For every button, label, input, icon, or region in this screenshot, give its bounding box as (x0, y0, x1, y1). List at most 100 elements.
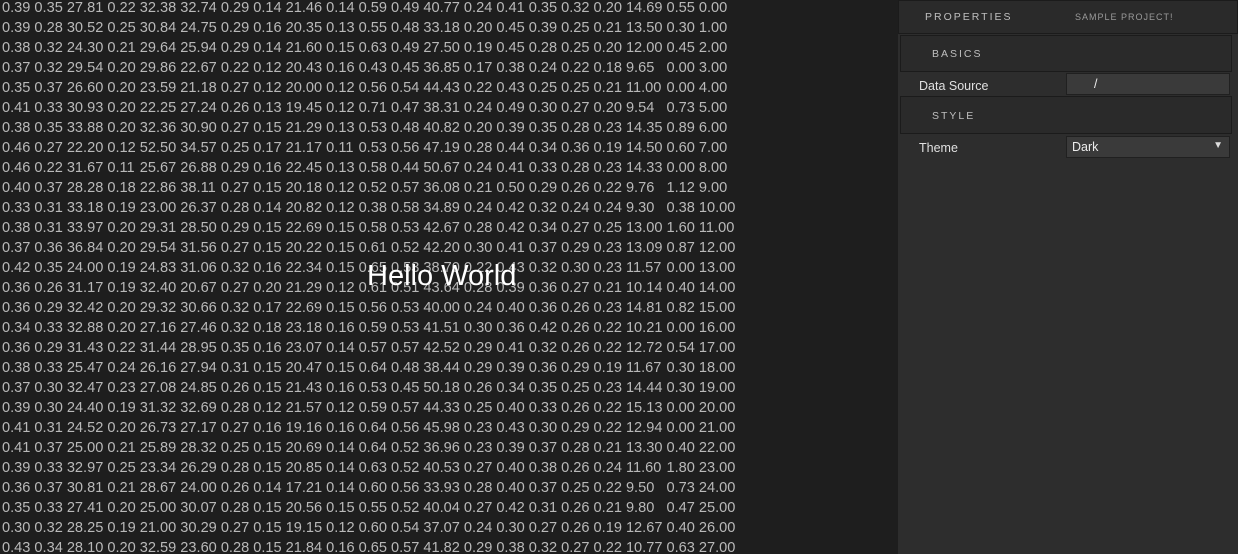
table-cell: 24.85 (180, 380, 217, 396)
table-cell: 0.16 (253, 420, 282, 436)
table-cell: 0.24 (463, 0, 493, 16)
table-cell: 0.47 (666, 500, 695, 516)
table-cell: 0.28 (220, 460, 250, 476)
table-cell: 38.11 (180, 180, 216, 196)
table-cell: 0.00 (666, 320, 695, 336)
table-cell: 0.33 (34, 360, 63, 376)
theme-select[interactable]: Dark ▼ (1066, 136, 1230, 158)
table-cell: 0.21 (107, 40, 136, 56)
table-cell: 0.39 (496, 360, 525, 376)
table-cell: 0.30 (666, 360, 695, 376)
table-cell: 0.48 (390, 20, 420, 36)
table-cell: 41.82 (423, 540, 460, 554)
table-cell: 28.25 (66, 520, 104, 536)
table-cell: 0.39 (2, 400, 31, 416)
table-cell: 0.53 (390, 300, 420, 316)
table-cell: 13.00 (625, 220, 663, 236)
table-cell: 0.21 (593, 20, 622, 36)
table-cell: 0.49 (390, 0, 420, 16)
table-cell: 32.38 (139, 0, 177, 16)
table-cell: 20.00 (285, 80, 323, 96)
table-cell: 0.19 (107, 280, 136, 296)
table-cell: 10.77 (625, 540, 663, 554)
table-cell: 20.43 (285, 60, 323, 76)
table-cell: 13.00 (698, 260, 736, 276)
table-cell: 0.20 (593, 0, 622, 16)
table-cell: 0.25 (561, 20, 590, 36)
data-source-input[interactable]: / (1066, 73, 1230, 95)
table-cell: 0.49 (496, 100, 525, 116)
table-cell: 0.26 (463, 380, 493, 396)
table-cell: 0.34 (496, 380, 525, 396)
table-cell: 0.30 (666, 380, 695, 396)
table-cell: 0.26 (561, 300, 590, 316)
table-row: 0.39 0.33 32.97 0.25 23.34 26.29 0.28 0.15 20.85… (2, 458, 739, 478)
table-cell: 0.34 (34, 540, 63, 554)
table-cell: 0.25 (561, 80, 590, 96)
table-cell: 0.16 (326, 320, 355, 336)
table-cell: 0.12 (326, 80, 355, 96)
table-cell: 0.49 (390, 40, 420, 56)
table-cell: 21.17 (285, 140, 323, 156)
table-cell: 0.20 (107, 120, 136, 136)
table-cell: 25.00 (66, 440, 104, 456)
table-cell: 0.65 (358, 540, 387, 554)
table-cell: 0.15 (326, 300, 355, 316)
table-cell: 19.00 (698, 380, 736, 396)
table-cell: 3.00 (698, 60, 728, 76)
table-cell: 0.38 (2, 120, 31, 136)
table-cell: 0.22 (107, 340, 136, 356)
table-cell: 30.52 (66, 20, 104, 36)
table-cell: 23.59 (139, 80, 177, 96)
table-row: 0.43 0.34 28.10 0.20 32.59 23.60 0.28 0.15 21.84… (2, 538, 739, 554)
table-cell: 0.29 (463, 340, 493, 356)
table-cell: 0.26 (561, 180, 590, 196)
table-cell: 0.35 (220, 340, 250, 356)
table-cell: 0.27 (561, 220, 590, 236)
table-cell: 36.08 (423, 180, 460, 196)
table-cell: 0.52 (390, 500, 420, 516)
table-cell: 32.42 (66, 300, 104, 316)
table-cell: 24.00 (698, 480, 736, 496)
table-cell: 24.83 (139, 260, 177, 276)
table-cell: 0.32 (561, 0, 590, 16)
table-cell: 0.16 (326, 60, 355, 76)
table-cell: 32.47 (66, 380, 104, 396)
table-cell: 11.00 (625, 80, 662, 96)
table-cell: 0.53 (390, 320, 420, 336)
table-cell: 0.22 (593, 420, 622, 436)
table-cell: 0.19 (107, 260, 136, 276)
table-cell: 25.47 (66, 360, 104, 376)
table-cell: 30.90 (180, 120, 217, 136)
table-cell: 0.87 (666, 240, 695, 256)
table-cell: 0.27 (561, 100, 590, 116)
table-cell: 0.38 (2, 220, 31, 236)
table-cell: 22.34 (285, 260, 323, 276)
table-cell: 0.35 (528, 0, 558, 16)
table-cell: 0.23 (593, 260, 622, 276)
table-cell: 25.00 (698, 500, 736, 516)
table-cell: 2.00 (698, 40, 728, 56)
table-cell: 0.16 (326, 380, 355, 396)
table-cell: 0.41 (496, 160, 525, 176)
project-name-label: SAMPLE PROJECT! (1075, 12, 1174, 22)
table-cell: 50.67 (423, 160, 460, 176)
table-cell: 0.38 (666, 200, 695, 216)
table-cell: 0.39 (2, 0, 31, 16)
table-cell: 0.27 (220, 80, 250, 96)
table-cell: 6.00 (698, 120, 728, 136)
table-cell: 0.59 (358, 320, 387, 336)
table-cell: 19.15 (285, 520, 323, 536)
properties-tab[interactable]: PROPERTIES (925, 11, 1013, 23)
table-cell: 22.45 (285, 160, 323, 176)
table-cell: 0.26 (220, 380, 250, 396)
table-cell: 0.12 (326, 400, 355, 416)
table-cell: 0.55 (358, 20, 387, 36)
table-cell: 0.19 (107, 520, 136, 536)
table-cell: 0.35 (34, 0, 63, 16)
style-section-header[interactable]: STYLE (900, 96, 1232, 134)
table-cell: 30.93 (66, 100, 104, 116)
table-cell: 9.00 (698, 180, 728, 196)
table-cell: 0.16 (253, 160, 282, 176)
basics-section-header[interactable]: BASICS (900, 35, 1232, 72)
